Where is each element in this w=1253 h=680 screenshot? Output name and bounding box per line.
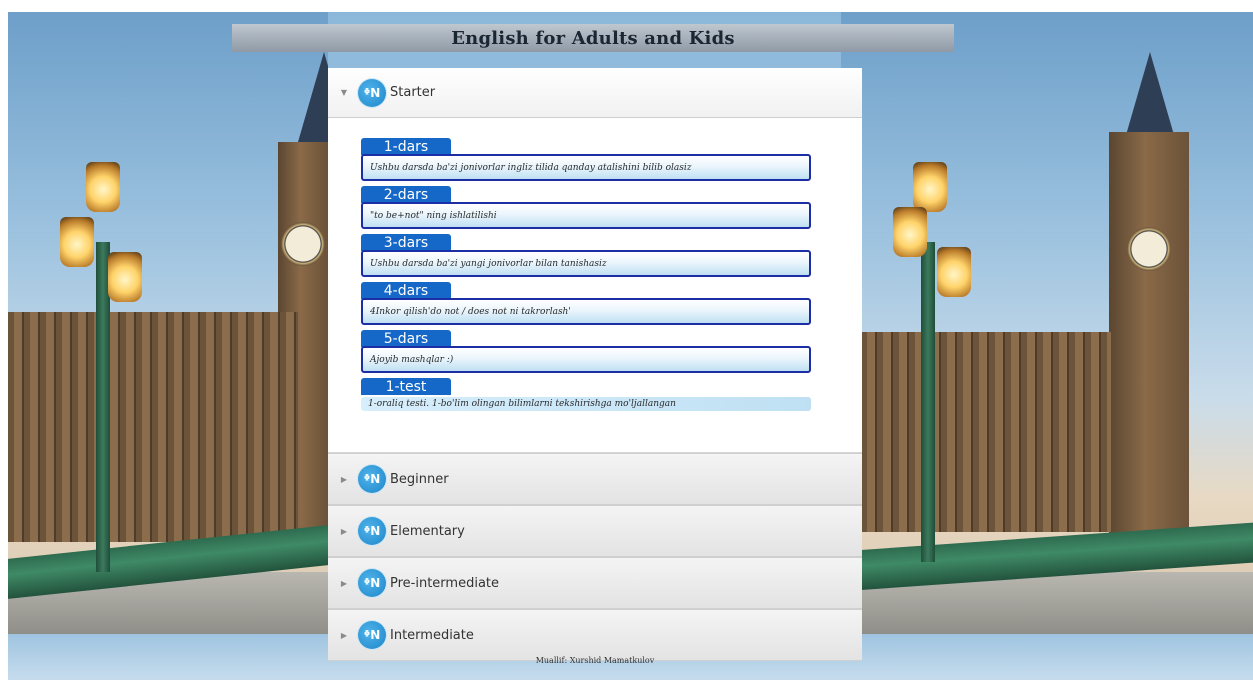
chevron-right-icon: ▶	[340, 578, 348, 588]
lesson-description: 4Inkor qilish'do not / does not ni takro…	[370, 306, 571, 317]
section-label: Starter	[390, 85, 436, 100]
lamp-icon	[893, 207, 927, 257]
section-starter-header[interactable]: ▼ ᶲN Starter	[328, 68, 862, 118]
section-pre-intermediate-header[interactable]: ▶ ᶲN Pre-intermediate	[328, 557, 862, 609]
tower-spire	[1124, 52, 1176, 142]
lesson-tab[interactable]: 4-dars	[361, 282, 451, 299]
section-label: Pre-intermediate	[390, 575, 500, 591]
background-right-scene	[841, 12, 1253, 634]
lesson-description-box[interactable]: Ushbu darsda ba'zi jonivorlar ingliz til…	[361, 154, 811, 181]
course-logo-icon: ᶲN	[358, 78, 386, 107]
chevron-right-icon: ▶	[340, 474, 348, 484]
chevron-right-icon: ▶	[340, 630, 348, 640]
section-beginner-header[interactable]: ▶ ᶲN Beginner	[328, 453, 862, 505]
lesson-tab[interactable]: 1-dars	[361, 138, 451, 155]
lamp-icon	[86, 162, 120, 212]
lesson-item[interactable]: 2-dars "to be+not" ning ishlatilishi	[361, 186, 811, 234]
lamp-icon	[913, 162, 947, 212]
lesson-tab[interactable]: 2-dars	[361, 186, 451, 203]
lesson-item[interactable]: 3-dars Ushbu darsda ba'zi yangi jonivorl…	[361, 234, 811, 282]
lesson-item[interactable]: 1-dars Ushbu darsda ba'zi jonivorlar ing…	[361, 138, 811, 186]
section-intermediate-header[interactable]: ▶ ᶲN Intermediate	[328, 609, 862, 661]
section-elementary-header[interactable]: ▶ ᶲN Elementary	[328, 505, 862, 557]
lesson-description-box[interactable]: Ajoyib mashqlar :)	[361, 346, 811, 373]
test-tab[interactable]: 1-test	[361, 378, 451, 395]
starter-lesson-list: 1-dars Ushbu darsda ba'zi jonivorlar ing…	[328, 118, 862, 453]
lesson-item[interactable]: 4-dars 4Inkor qilish'do not / does not n…	[361, 282, 811, 330]
background-left-scene	[8, 12, 328, 634]
course-accordion: ▼ ᶲN Starter 1-dars Ushbu darsda ba'zi j…	[328, 68, 862, 661]
course-logo-icon: ᶲN	[358, 465, 386, 493]
lesson-description: Ajoyib mashqlar :)	[370, 354, 454, 365]
lesson-description: Ushbu darsda ba'zi yangi jonivorlar bila…	[370, 258, 607, 269]
test-description-box[interactable]: 1-oraliq testi. 1-bo'lim olingan bilimla…	[361, 397, 811, 411]
lesson-description-box[interactable]: "to be+not" ning ishlatilishi	[361, 202, 811, 229]
course-logo-icon: ᶲN	[358, 517, 386, 545]
section-label: Intermediate	[390, 627, 474, 643]
test-item[interactable]: 1-test 1-oraliq testi. 1-bo'lim olingan …	[361, 378, 811, 426]
page-title: English for Adults and Kids	[451, 27, 735, 49]
course-logo-icon: ᶲN	[358, 569, 386, 597]
lesson-tab[interactable]: 5-dars	[361, 330, 451, 347]
author-credit: Muallif: Xurshid Mamatkulov	[535, 656, 655, 665]
section-label: Elementary	[390, 523, 465, 539]
lesson-description: "to be+not" ning ishlatilishi	[370, 210, 497, 221]
lamp-icon	[60, 217, 94, 267]
chevron-down-icon: ▼	[340, 88, 348, 97]
big-ben-tower	[1109, 132, 1189, 542]
lesson-description: Ushbu darsda ba'zi jonivorlar ingliz til…	[370, 162, 692, 173]
test-description: 1-oraliq testi. 1-bo'lim olingan bilimla…	[368, 399, 676, 409]
palace-building	[8, 312, 298, 542]
lesson-description-box[interactable]: Ushbu darsda ba'zi yangi jonivorlar bila…	[361, 250, 811, 277]
lesson-tab[interactable]: 3-dars	[361, 234, 451, 251]
tower-spire	[298, 52, 328, 142]
clock-face-icon	[281, 222, 325, 266]
lamp-icon	[108, 252, 142, 302]
course-logo-icon: ᶲN	[358, 621, 386, 649]
section-label: Beginner	[390, 471, 449, 487]
page-header: English for Adults and Kids	[232, 24, 954, 52]
lamp-post	[921, 242, 935, 562]
clock-face-icon	[1127, 227, 1171, 271]
lesson-item[interactable]: 5-dars Ajoyib mashqlar :)	[361, 330, 811, 378]
lesson-description-box[interactable]: 4Inkor qilish'do not / does not ni takro…	[361, 298, 811, 325]
chevron-right-icon: ▶	[340, 526, 348, 536]
lamp-icon	[937, 247, 971, 297]
palace-building	[861, 332, 1111, 532]
